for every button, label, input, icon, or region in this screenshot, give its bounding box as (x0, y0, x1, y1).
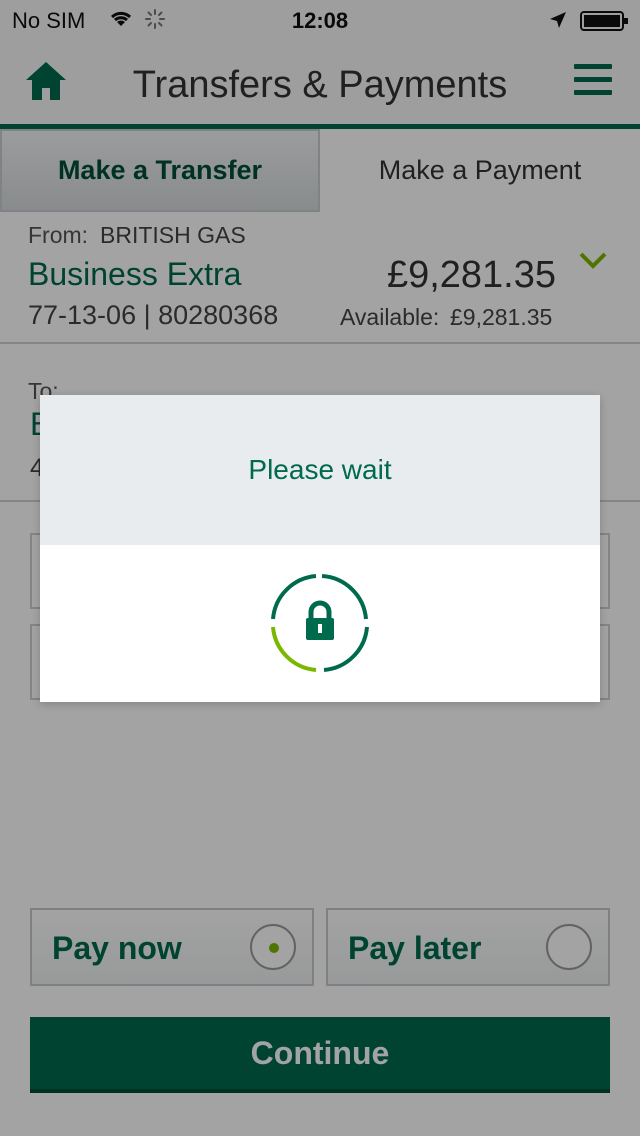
lock-spinner-icon (271, 574, 369, 672)
dialog-header: Please wait (40, 395, 600, 545)
dialog-title: Please wait (248, 454, 392, 485)
please-wait-dialog: Please wait (40, 395, 600, 702)
